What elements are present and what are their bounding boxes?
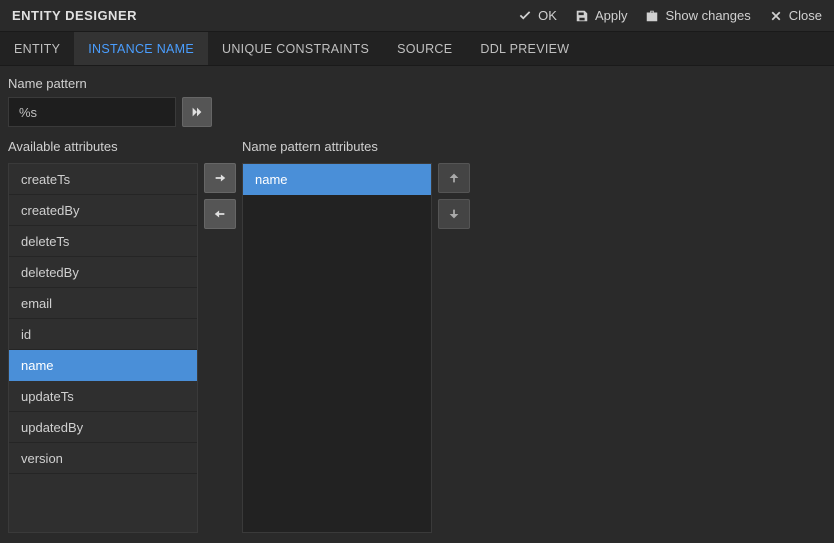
list-item[interactable]: email — [9, 288, 197, 319]
header-buttons: OK Apply Show changes Close — [518, 8, 822, 23]
list-item[interactable]: name — [243, 164, 431, 195]
list-item[interactable]: createdBy — [9, 195, 197, 226]
list-item[interactable]: deletedBy — [9, 257, 197, 288]
show-changes-button[interactable]: Show changes — [645, 8, 750, 23]
briefcase-icon — [645, 9, 659, 23]
tab-entity[interactable]: ENTITY — [0, 32, 74, 65]
pattern-attrs-column: Name pattern attributes name — [242, 139, 432, 533]
ok-button[interactable]: OK — [518, 8, 557, 23]
name-pattern-input[interactable] — [8, 97, 176, 127]
arrow-up-icon — [447, 171, 461, 185]
show-changes-label: Show changes — [665, 8, 750, 23]
arrow-left-icon — [213, 207, 227, 221]
window-title: ENTITY DESIGNER — [12, 8, 137, 23]
expand-pattern-button[interactable] — [182, 97, 212, 127]
save-icon — [575, 9, 589, 23]
tab-unique-constraints[interactable]: UNIQUE CONSTRAINTS — [208, 32, 383, 65]
available-column: Available attributes createTscreatedByde… — [8, 139, 198, 533]
close-button[interactable]: Close — [769, 8, 822, 23]
move-down-button[interactable] — [438, 199, 470, 229]
window-header: ENTITY DESIGNER OK Apply Show changes Cl… — [0, 0, 834, 32]
ok-label: OK — [538, 8, 557, 23]
move-up-button[interactable] — [438, 163, 470, 193]
available-label: Available attributes — [8, 139, 198, 157]
tab-bar: ENTITY INSTANCE NAME UNIQUE CONSTRAINTS … — [0, 32, 834, 66]
order-buttons — [438, 139, 470, 533]
content-area: Name pattern Available attributes create… — [0, 66, 834, 543]
apply-button[interactable]: Apply — [575, 8, 628, 23]
list-item[interactable]: updateTs — [9, 381, 197, 412]
columns: Available attributes createTscreatedByde… — [8, 139, 826, 533]
name-pattern-label: Name pattern — [8, 76, 826, 91]
list-item[interactable]: updatedBy — [9, 412, 197, 443]
close-label: Close — [789, 8, 822, 23]
apply-label: Apply — [595, 8, 628, 23]
move-left-button[interactable] — [204, 199, 236, 229]
check-icon — [518, 9, 532, 23]
arrow-down-icon — [447, 207, 461, 221]
list-item[interactable]: deleteTs — [9, 226, 197, 257]
transfer-buttons — [204, 139, 236, 533]
list-item[interactable]: version — [9, 443, 197, 474]
close-icon — [769, 9, 783, 23]
chevron-double-right-icon — [190, 105, 204, 119]
pattern-attrs-label: Name pattern attributes — [242, 139, 432, 157]
available-list[interactable]: createTscreatedBydeleteTsdeletedByemaili… — [8, 163, 198, 533]
arrow-right-icon — [213, 171, 227, 185]
name-pattern-row — [8, 97, 826, 127]
tab-source[interactable]: SOURCE — [383, 32, 466, 65]
tab-ddl-preview[interactable]: DDL PREVIEW — [466, 32, 583, 65]
tab-instance-name[interactable]: INSTANCE NAME — [74, 32, 208, 65]
list-item[interactable]: id — [9, 319, 197, 350]
pattern-attrs-list[interactable]: name — [242, 163, 432, 533]
move-right-button[interactable] — [204, 163, 236, 193]
list-item[interactable]: name — [9, 350, 197, 381]
list-item[interactable]: createTs — [9, 164, 197, 195]
